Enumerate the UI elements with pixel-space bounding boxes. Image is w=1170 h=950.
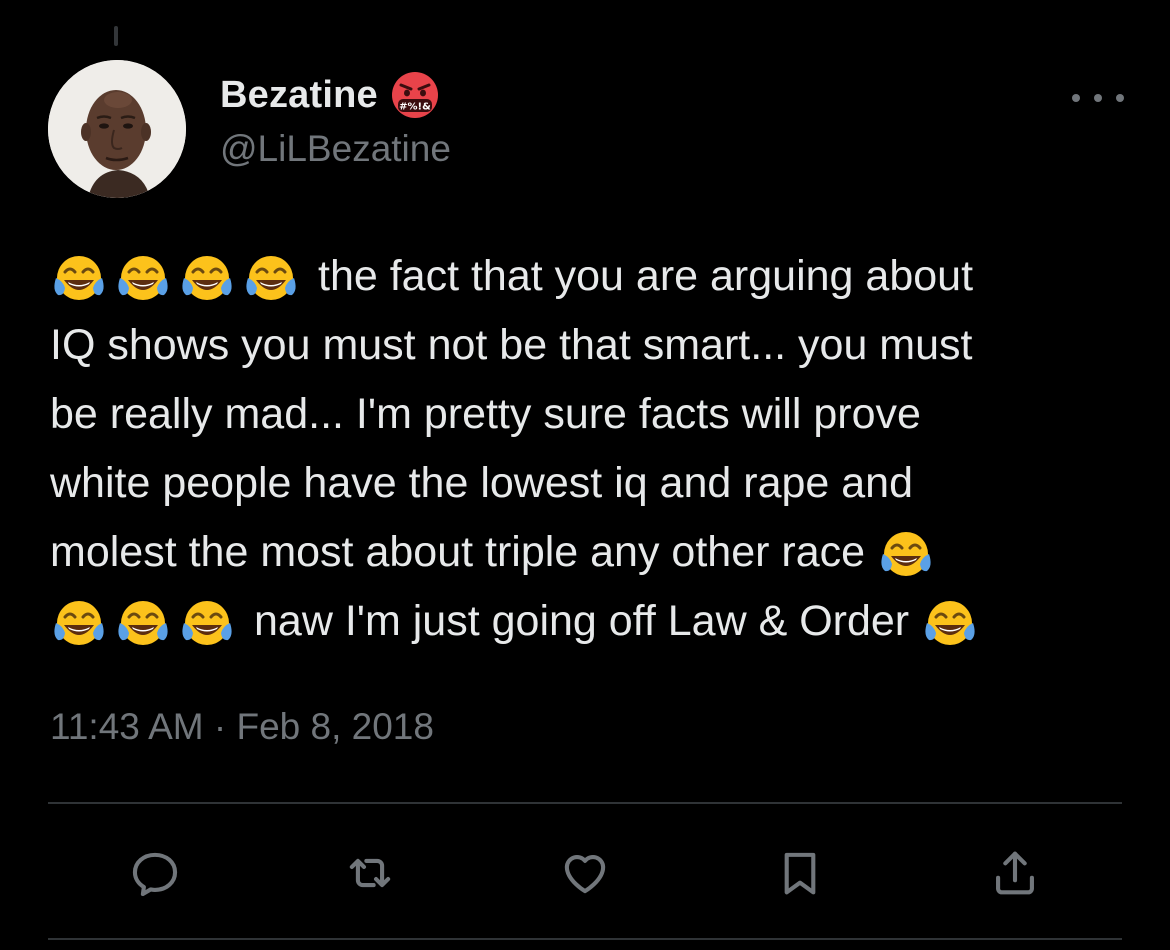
tweet-text-line: molest the most about triple any other r… bbox=[50, 528, 866, 576]
tweet-timestamp[interactable]: 11:43 AM · Feb 8, 2018 bbox=[50, 706, 434, 748]
retweet-button[interactable] bbox=[333, 836, 407, 910]
bookmark-button[interactable] bbox=[763, 836, 837, 910]
tweet-text-line: IQ shows you must not be that smart... y… bbox=[50, 321, 973, 369]
face-with-tears-of-joy-icon bbox=[242, 248, 300, 306]
author-display-name[interactable]: Bezatine bbox=[220, 74, 378, 117]
face-with-tears-of-joy-icon bbox=[178, 248, 236, 306]
author-handle[interactable]: @LiLBezatine bbox=[220, 128, 451, 170]
divider bbox=[48, 802, 1122, 804]
symbols-text: #%!& bbox=[399, 102, 431, 113]
thread-connector-line bbox=[114, 26, 118, 46]
more-options-icon[interactable] bbox=[1072, 84, 1124, 112]
tweet-text-line: white people have the lowest iq and rape… bbox=[50, 459, 914, 507]
like-button[interactable] bbox=[548, 836, 622, 910]
tweet-line-2: IQ shows you must not be that smart... y… bbox=[50, 311, 1130, 380]
tweet-line-4: white people have the lowest iq and rape… bbox=[50, 449, 1130, 518]
face-with-tears-of-joy-icon bbox=[114, 593, 172, 651]
share-icon bbox=[996, 851, 1034, 895]
tweet-line-1: the fact that you are arguing about bbox=[50, 242, 1130, 311]
face-with-tears-of-joy-icon bbox=[50, 248, 108, 306]
retweet-icon bbox=[349, 858, 391, 888]
reply-button[interactable] bbox=[118, 836, 192, 910]
tweet-line-5: molest the most about triple any other r… bbox=[50, 518, 1130, 587]
more-dot bbox=[1072, 94, 1080, 102]
tweet-line-3: be really mad... I'm pretty sure facts w… bbox=[50, 380, 1130, 449]
face-with-tears-of-joy-icon bbox=[178, 593, 236, 651]
tweet-text-line: be really mad... I'm pretty sure facts w… bbox=[50, 390, 921, 438]
like-icon bbox=[564, 855, 606, 894]
more-dot bbox=[1094, 94, 1102, 102]
divider bbox=[48, 938, 1122, 940]
face-with-tears-of-joy-icon bbox=[921, 593, 979, 651]
tweet-line-6: naw I'm just going off Law & Order bbox=[50, 587, 1130, 656]
share-button[interactable] bbox=[978, 836, 1052, 910]
tweet-action-bar bbox=[48, 836, 1122, 910]
bookmark-icon bbox=[784, 852, 816, 895]
face-with-tears-of-joy-icon bbox=[50, 593, 108, 651]
tweet-text-line: the fact that you are arguing about bbox=[318, 252, 974, 300]
face-with-symbols-on-mouth-icon: #%!& bbox=[390, 70, 440, 120]
author-name-row[interactable]: Bezatine #%!& bbox=[220, 70, 440, 120]
face-with-tears-of-joy-icon bbox=[114, 248, 172, 306]
tweet-text: the fact that you are arguing about IQ s… bbox=[50, 242, 1130, 656]
face-with-tears-of-joy-icon bbox=[877, 524, 935, 582]
avatar[interactable] bbox=[48, 60, 186, 198]
tweet-text-line: naw I'm just going off Law & Order bbox=[254, 597, 910, 645]
more-dot bbox=[1116, 94, 1124, 102]
reply-icon bbox=[132, 852, 178, 897]
